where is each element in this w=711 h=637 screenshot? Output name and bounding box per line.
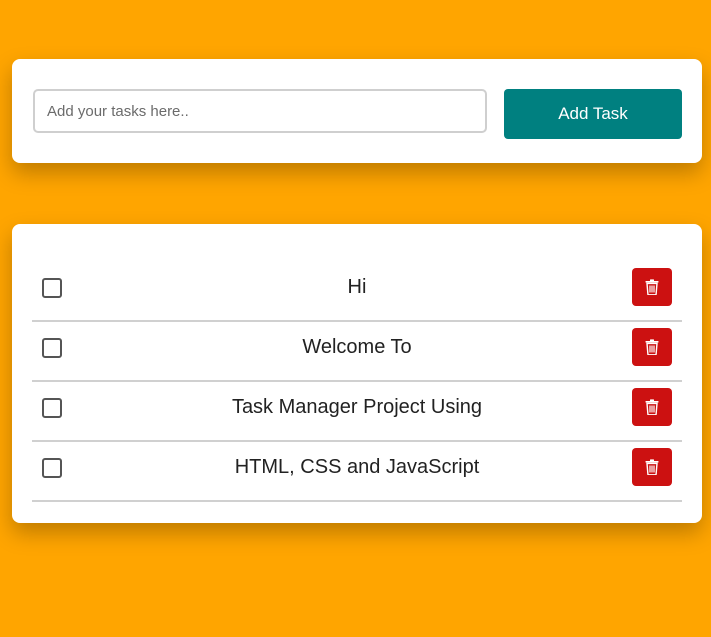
- add-task-button[interactable]: Add Task: [504, 89, 682, 139]
- task-text: HTML, CSS and JavaScript: [234, 456, 480, 478]
- task-input-card: Add Task: [12, 59, 702, 163]
- task-checkbox[interactable]: [42, 458, 62, 478]
- task-list-card: Hi Welcome To Task Manager Project Using…: [12, 224, 702, 523]
- task-row: Welcome To: [32, 322, 682, 382]
- task-checkbox[interactable]: [42, 278, 62, 298]
- task-text: Hi: [347, 276, 367, 298]
- task-input[interactable]: [33, 89, 487, 133]
- task-checkbox[interactable]: [42, 338, 62, 358]
- task-row: HTML, CSS and JavaScript: [32, 442, 682, 502]
- task-row: Hi: [32, 262, 682, 322]
- task-row: Task Manager Project Using: [32, 382, 682, 442]
- trash-icon: [645, 339, 659, 355]
- delete-task-button[interactable]: [632, 328, 672, 366]
- task-checkbox[interactable]: [42, 398, 62, 418]
- delete-task-button[interactable]: [632, 268, 672, 306]
- trash-icon: [645, 459, 659, 475]
- trash-icon: [645, 279, 659, 295]
- delete-task-button[interactable]: [632, 448, 672, 486]
- task-text: Task Manager Project Using: [231, 396, 483, 418]
- task-text: Welcome To: [302, 336, 412, 358]
- delete-task-button[interactable]: [632, 388, 672, 426]
- trash-icon: [645, 399, 659, 415]
- task-list: Hi Welcome To Task Manager Project Using…: [32, 262, 682, 502]
